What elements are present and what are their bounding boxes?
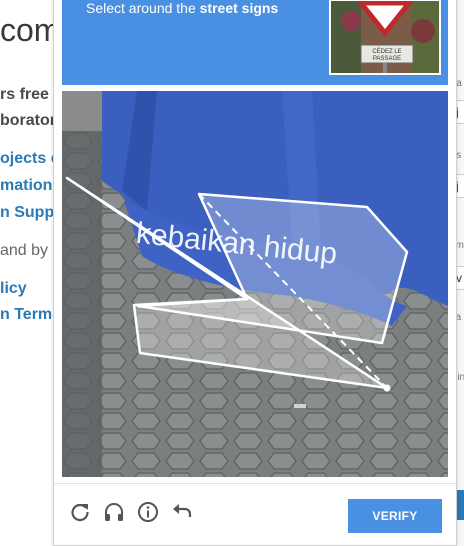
text-line: rs free <box>0 86 49 103</box>
svg-text:PASSAGE: PASSAGE <box>373 56 401 62</box>
headphones-icon[interactable] <box>102 500 126 524</box>
captcha-footer: VERIFY <box>54 483 456 546</box>
text-line: borator <box>0 112 56 129</box>
link-policy[interactable]: licy <box>0 280 27 298</box>
page-title-fragment: com <box>0 12 61 48</box>
verify-button[interactable]: VERIFY <box>348 499 442 533</box>
info-icon[interactable] <box>136 500 160 524</box>
undo-icon[interactable] <box>170 500 194 524</box>
captcha-instruction: Select around the street signs <box>86 0 279 16</box>
captcha-image[interactable]: kebaikan hidup <box>62 91 448 477</box>
link-projects[interactable]: ojects c <box>0 150 60 168</box>
refresh-icon[interactable] <box>68 500 92 524</box>
link-information[interactable]: mation <box>0 177 52 195</box>
svg-text:CÉDEZ LE: CÉDEZ LE <box>372 48 401 55</box>
example-thumbnail: CÉDEZ LE PASSAGE <box>329 0 441 75</box>
link-terms[interactable]: n Terms <box>0 306 61 324</box>
text-line: and by <box>0 242 49 259</box>
captcha-header: Select around the street signs CÉDEZ LE … <box>62 0 448 85</box>
captcha-dialog: Select around the street signs CÉDEZ LE … <box>53 0 457 546</box>
